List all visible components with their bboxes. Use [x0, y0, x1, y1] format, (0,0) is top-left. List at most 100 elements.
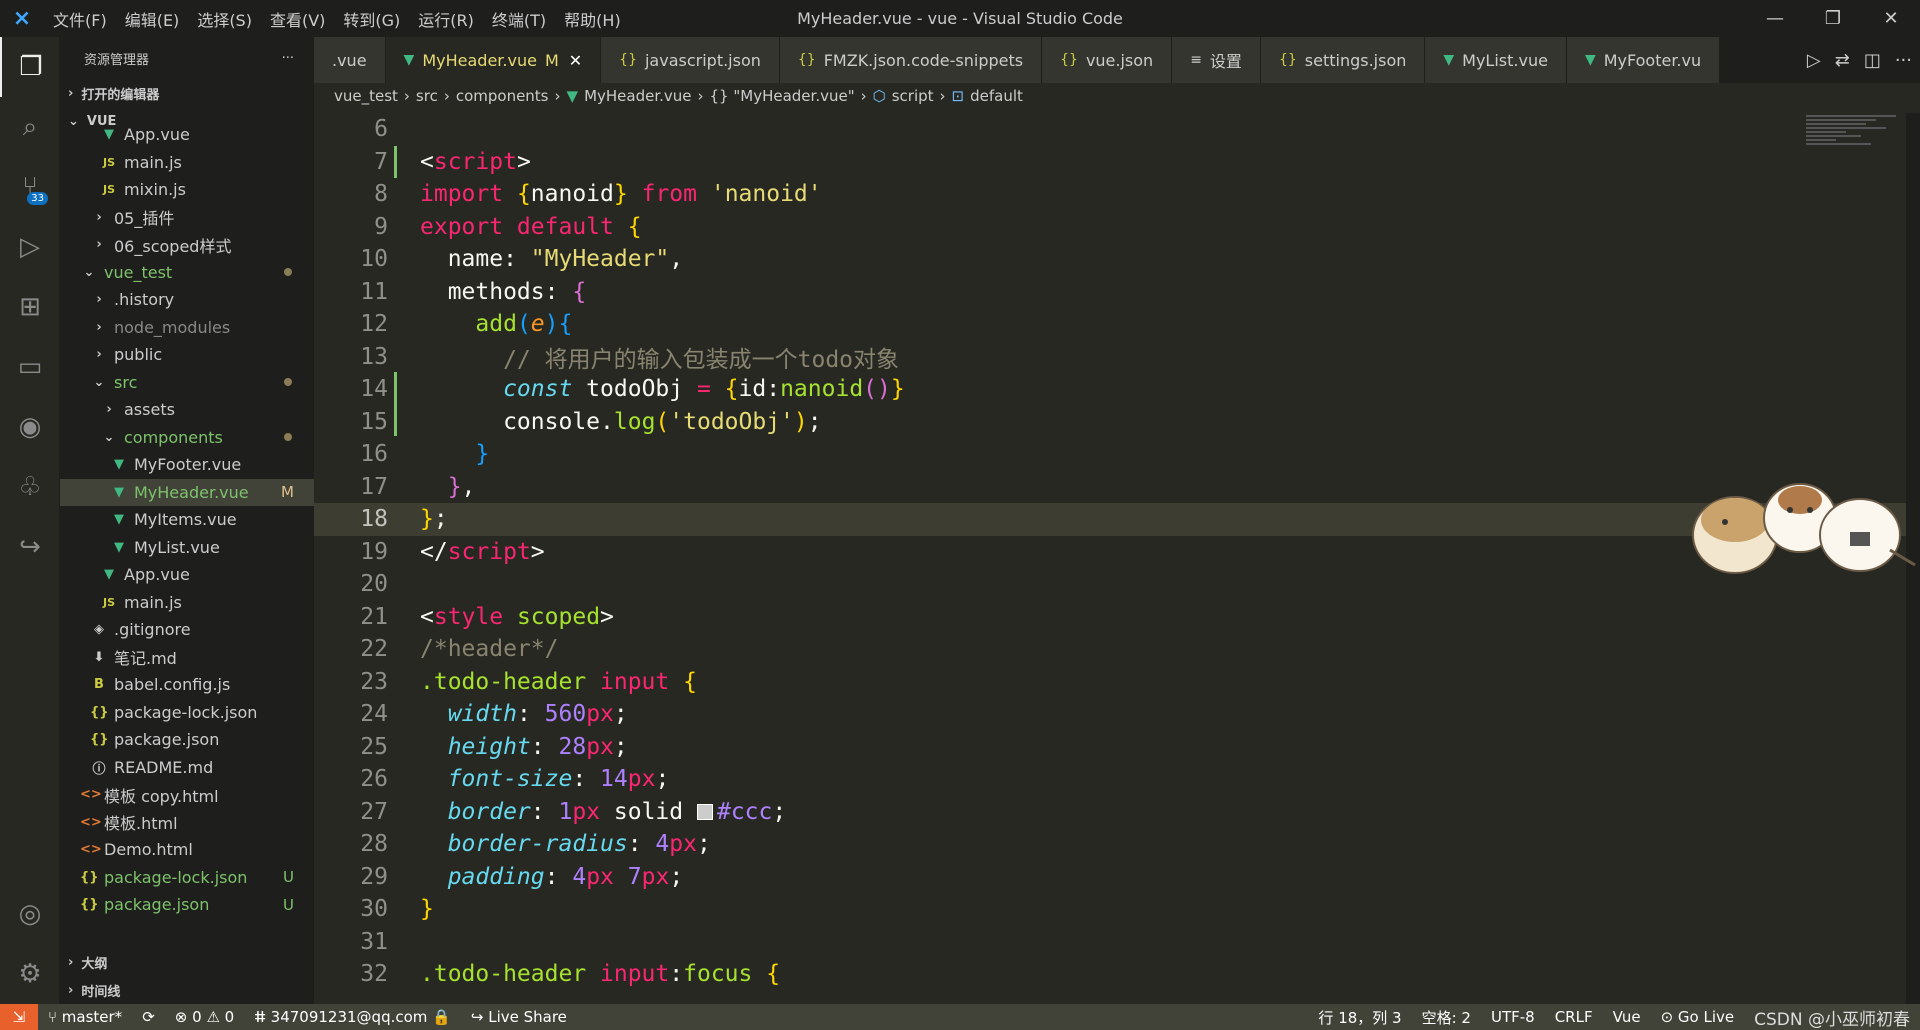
menu-item[interactable]: 运行(R)	[409, 7, 483, 31]
tree-item[interactable]: › public	[60, 341, 314, 369]
editor-tab[interactable]: ▼ MyFooter.vu	[1566, 37, 1721, 83]
menu-item[interactable]: 转到(G)	[334, 7, 409, 31]
code-token: script	[433, 148, 517, 175]
editor-tab[interactable]: .vue	[314, 37, 386, 83]
split-editor-icon[interactable]: ◫	[1864, 50, 1881, 71]
breadcrumb-item[interactable]: {} "MyHeader.vue"	[710, 87, 855, 105]
line-number: 26	[360, 766, 388, 793]
menu-item[interactable]: 查看(V)	[261, 7, 334, 31]
tab-label: MyList.vue	[1462, 50, 1548, 70]
github-icon[interactable]: ◉	[0, 397, 60, 457]
tree-item[interactable]: <> Demo.html	[60, 836, 314, 864]
account-icon[interactable]: ◎	[0, 884, 60, 944]
go-live-button[interactable]: ⊙ Go Live	[1651, 1008, 1745, 1026]
tree-item[interactable]: {} package.json U	[60, 891, 314, 919]
code-content: export default {	[420, 214, 642, 240]
tree-item[interactable]: {} package-lock.json U	[60, 864, 314, 892]
menu-item[interactable]: 编辑(E)	[116, 7, 189, 31]
editor-tab[interactable]: ≡ 设置	[1172, 37, 1261, 83]
minimize-icon[interactable]: —	[1746, 0, 1804, 37]
extensions-icon[interactable]: ⊞	[0, 277, 60, 337]
outline-section[interactable]: › 大纲	[60, 948, 314, 976]
restore-icon[interactable]: ❐	[1804, 0, 1862, 37]
tree-item[interactable]: ▼ MyItems.vue	[60, 506, 314, 534]
breadcrumb-item[interactable]: components	[456, 87, 549, 105]
tree-item[interactable]: ⌄ vue_test	[60, 259, 314, 287]
editor-tab[interactable]: {} vue.json	[1042, 37, 1173, 83]
explorer-icon[interactable]: ❐	[0, 37, 60, 97]
code-token: ;	[433, 506, 448, 533]
search-icon[interactable]: ⌕	[0, 97, 60, 157]
tree-item[interactable]: ⌄ src	[60, 369, 314, 397]
tree-item[interactable]: › .history	[60, 286, 314, 314]
editor-tab[interactable]: ▼ MyList.vue	[1425, 37, 1567, 83]
editor-tab[interactable]: {} javascript.json	[601, 37, 780, 83]
line-ending[interactable]: CRLF	[1545, 1008, 1603, 1026]
tree-item[interactable]: Bbabel.config.js	[60, 671, 314, 699]
source-control-icon[interactable]: ⑂ 33	[0, 157, 60, 217]
compare-icon[interactable]: ⇄	[1835, 50, 1850, 71]
minimap[interactable]	[1806, 113, 1906, 193]
breadcrumb-item[interactable]: MyHeader.vue	[584, 87, 691, 105]
tree-item[interactable]: › 06_scoped样式	[60, 231, 314, 259]
remote-icon[interactable]: ⇲	[0, 1004, 38, 1030]
tree-item[interactable]: ▼ MyHeader.vue M	[60, 478, 314, 506]
code-token: .todo-header	[420, 668, 601, 695]
menu-item[interactable]: 帮助(H)	[555, 7, 630, 31]
code-content: height: 28px;	[420, 734, 628, 760]
indentation[interactable]: 空格: 2	[1412, 1007, 1481, 1028]
code-token: 14	[600, 766, 628, 793]
menu-item[interactable]: 文件(F)	[44, 7, 116, 31]
problems-indicator[interactable]: ⊗ 0 ⚠ 0	[165, 1008, 244, 1026]
sync-icon[interactable]: ⟳	[132, 1008, 165, 1026]
tree-item[interactable]: › node_modules	[60, 314, 314, 342]
more-editor-actions-icon[interactable]: ···	[1895, 50, 1912, 71]
menu-item[interactable]: 终端(T)	[483, 7, 555, 31]
more-actions-icon[interactable]: ···	[282, 51, 294, 66]
live-share-icon[interactable]: ↪	[0, 517, 60, 577]
open-editors-section[interactable]: › 打开的编辑器	[60, 79, 314, 107]
tree-item[interactable]: <> 模板.html	[60, 809, 314, 837]
tree-item[interactable]: ⓘ README.md	[60, 754, 314, 782]
tree-item-label: package-lock.json	[114, 702, 258, 722]
tree-item[interactable]: ▼ App.vue	[60, 561, 314, 589]
gitlens-icon[interactable]: ♧	[0, 457, 60, 517]
tree-item[interactable]: › assets	[60, 396, 314, 424]
tree-item[interactable]: {} package-lock.json	[60, 699, 314, 727]
menu-item[interactable]: 选择(S)	[188, 7, 261, 31]
tree-item[interactable]: ⬇ 笔记.md	[60, 644, 314, 672]
tree-item[interactable]: JS main.js	[60, 149, 314, 177]
remote-explorer-icon[interactable]: ▭	[0, 337, 60, 397]
account-indicator[interactable]: ⵌ 347091231@qq.com 🔒	[244, 1008, 461, 1026]
editor-tab[interactable]: {} settings.json	[1260, 37, 1426, 83]
run-debug-icon[interactable]: ▷	[0, 217, 60, 277]
tree-item[interactable]: <> 模板 copy.html	[60, 781, 314, 809]
cursor-position[interactable]: 行 18，列 3	[1308, 1007, 1411, 1028]
tab-close-icon[interactable]: ✕	[569, 51, 582, 70]
breadcrumb-item[interactable]: src	[416, 87, 438, 105]
breadcrumb-item[interactable]: script	[892, 87, 934, 105]
color-swatch	[696, 804, 713, 821]
tree-item[interactable]: JS main.js	[60, 589, 314, 617]
editor-tab[interactable]: ▼ MyHeader.vue M ✕	[385, 37, 602, 83]
close-window-icon[interactable]: ✕	[1862, 0, 1920, 37]
tree-item[interactable]: {} package.json	[60, 726, 314, 754]
tree-item[interactable]: › 05_插件	[60, 204, 314, 232]
language-mode[interactable]: Vue	[1603, 1008, 1651, 1026]
breadcrumb-item[interactable]: default	[970, 87, 1023, 105]
tree-item[interactable]: ▼ App.vue	[60, 121, 314, 149]
tree-item[interactable]: ▼ MyList.vue	[60, 534, 314, 562]
live-share-button[interactable]: ↪ Live Share	[461, 1008, 577, 1026]
tree-item[interactable]: JS mixin.js	[60, 176, 314, 204]
tree-item[interactable]: ▼ MyFooter.vue	[60, 451, 314, 479]
settings-gear-icon[interactable]: ⚙	[0, 944, 60, 1004]
git-branch[interactable]: ⑂ master*	[38, 1008, 132, 1026]
tree-item[interactable]: ⌄ components	[60, 424, 314, 452]
encoding[interactable]: UTF-8	[1481, 1008, 1545, 1026]
tree-item[interactable]: ◈ .gitignore	[60, 616, 314, 644]
code-token: import	[420, 181, 517, 208]
timeline-section[interactable]: › 时间线	[60, 976, 314, 1004]
breadcrumb-item[interactable]: vue_test	[334, 87, 398, 105]
run-icon[interactable]: ▷	[1807, 50, 1821, 71]
editor-tab[interactable]: {} FMZK.json.code-snippets	[779, 37, 1043, 83]
